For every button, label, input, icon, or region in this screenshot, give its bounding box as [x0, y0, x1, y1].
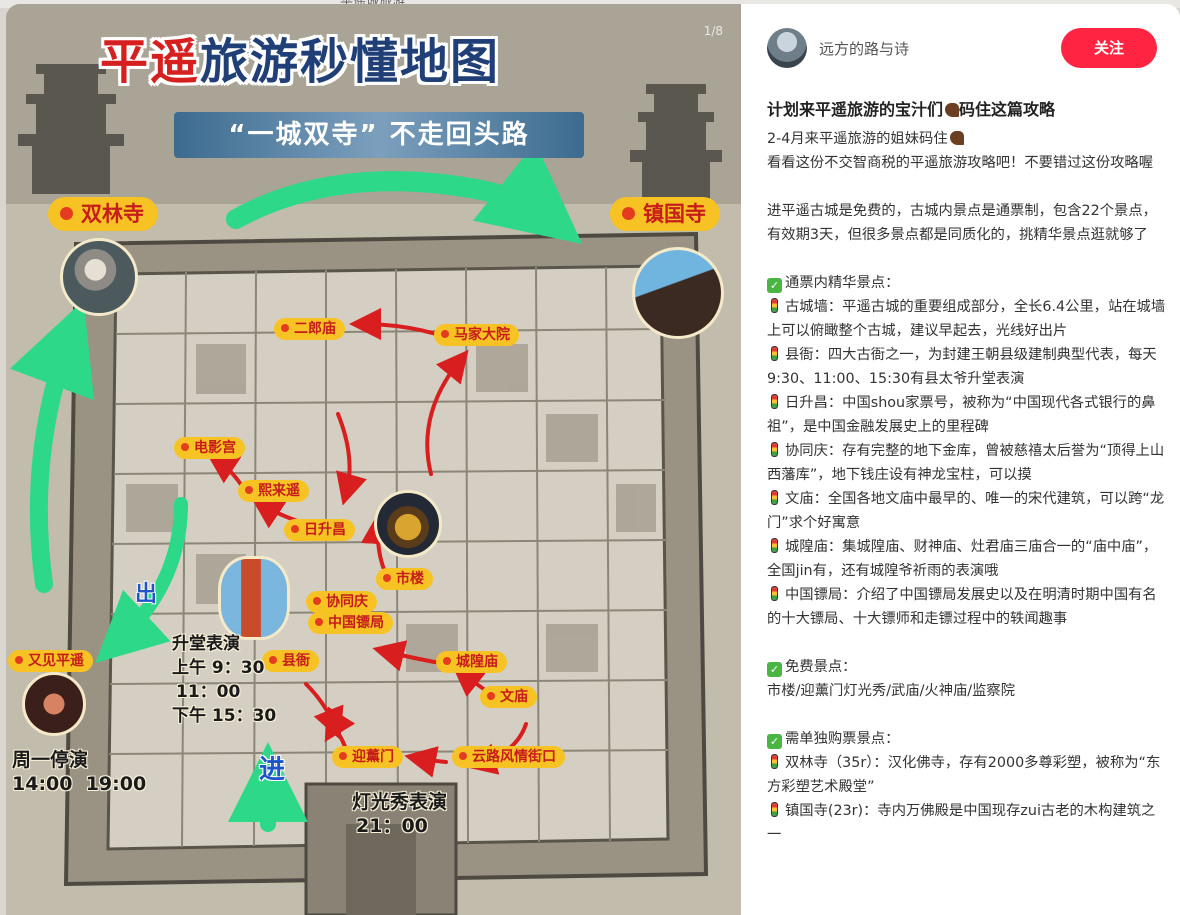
list-item: 城隍庙：集城隍庙、财神庙、灶君庙三庙合一的“庙中庙”，全国jin有，还有城隍爷祈… — [767, 538, 1158, 579]
spot-majia-courtyard: 马家大院 — [434, 324, 519, 346]
paragraph-blank — [767, 703, 1167, 727]
spot-xilaiyao: 熙来遥 — [238, 480, 309, 502]
paragraph-blank — [767, 631, 1167, 655]
list-item: 协同庆：存有完整的地下金库，曾被慈禧太后誉为“顶得上山西藩库”，地下钱庄设有神龙… — [767, 442, 1165, 483]
paragraph: 看看这份不交智商税的平遥旅游攻略吧！不要错过这份攻略喔 — [767, 155, 1154, 171]
author-name[interactable]: 远方的路与诗 — [819, 38, 909, 59]
spot-yingxun-gate: 迎薰门 — [332, 746, 403, 768]
list-item: 中国镖局：介绍了中国镖局发展史以及在明清时期中国有名的十大镖局、十大镖师和走镖过… — [767, 586, 1157, 627]
paragraph: 进平遥古城是免费的，古城内景点是通票制，包含22个景点，有效期3天，但很多景点都… — [767, 203, 1157, 243]
note-title: 计划来平遥旅游的宝汁们 码住这篇攻略 — [767, 100, 1056, 119]
traffic-light-icon — [771, 298, 778, 313]
spot-rishengchang: 日升昌 — [284, 519, 355, 541]
section-heading: ✓ 需单独购票景点： — [767, 727, 1167, 751]
list-item: 镇国寺(23r)：寺内万佛殿是中国现存zui古老的木构建筑之一 — [767, 802, 1156, 843]
temple-label-zhenguo: 镇国寺 — [610, 197, 720, 231]
traffic-light-icon — [771, 538, 778, 553]
traffic-light-icon — [771, 586, 778, 601]
temple-label-shuanglin: 双林寺 — [48, 197, 158, 231]
follow-button[interactable]: 关注 — [1061, 28, 1157, 68]
traffic-light-icon — [771, 754, 778, 769]
spot-youjian-pingyao: 又见平遥 — [8, 650, 93, 672]
spot-cinema-palace: 电影宫 — [174, 437, 245, 459]
youjian-show-photo — [22, 672, 86, 736]
check-mark-icon: ✓ — [767, 662, 782, 677]
note-detail-card: 1/8 平遥旅游秒懂地图 “一城双寺” 不走回头路 双林寺 镇国寺 二郎庙 马家… — [6, 4, 1180, 915]
spot-xietongqing: 协同庆 — [306, 591, 377, 613]
spot-china-escort-agency: 中国镖局 — [308, 612, 393, 634]
note-side-panel: 远方的路与诗 关注 计划来平遥旅游的宝汁们 码住这篇攻略 2-4月来平遥旅游的姐妹… — [741, 4, 1180, 915]
paragraph: 2-4月来平遥旅游的姐妹码住 — [767, 127, 1167, 151]
spot-shilou: 市楼 — [376, 568, 433, 590]
check-mark-icon: ✓ — [767, 278, 782, 293]
paragraph-blank — [767, 247, 1167, 271]
section-heading: ✓ 免费景点： — [767, 655, 1167, 679]
youjian-show-schedule: 周一停演 14:00 19:00 — [12, 749, 147, 795]
check-mark-icon: ✓ — [767, 734, 782, 749]
list-item: 日升昌：中国shou家票号，被称为“中国现代各式银行的鼻祖”，是中国金融发展史上… — [767, 394, 1156, 435]
traffic-light-icon — [771, 802, 778, 817]
paragraph: 市楼/迎薰门灯光秀/武庙/火神庙/监察院 — [767, 683, 1016, 699]
traffic-light-icon — [771, 490, 778, 505]
avatar[interactable] — [767, 28, 807, 68]
paragraph-blank — [767, 175, 1167, 199]
spot-yunlu-street: 云路风情街口 — [452, 746, 565, 768]
traffic-light-icon — [771, 346, 778, 361]
horse-emoji-icon — [945, 103, 960, 117]
author-info[interactable]: 远方的路与诗 — [767, 28, 909, 68]
shilou-tower-photo — [374, 490, 442, 558]
zhenguo-temple-photo — [632, 247, 724, 339]
enter-label: 进 — [258, 755, 285, 785]
spot-erlang-temple: 二郎庙 — [274, 318, 345, 340]
list-item: 双林寺（35r）：汉化佛寺，存有2000多尊彩塑，被称为“东方彩塑艺术殿堂” — [767, 754, 1161, 795]
court-show-photo — [218, 556, 290, 640]
map-subtitle: “一城双寺” 不走回头路 — [174, 112, 584, 158]
map-image[interactable]: 1/8 平遥旅游秒懂地图 “一城双寺” 不走回头路 双林寺 镇国寺 二郎庙 马家… — [6, 4, 741, 915]
section-heading: ✓ 通票内精华景点： — [767, 271, 1167, 295]
spot-chenghuang-temple: 城隍庙 — [436, 651, 507, 673]
spot-confucius-temple: 文庙 — [480, 686, 537, 708]
light-show-schedule: 灯光秀表演 21：00 — [352, 791, 448, 837]
horse-emoji-icon — [949, 131, 964, 145]
list-item: 古城墙：平遥古城的重要组成部分，全长6.4公里，站在城墙上可以俯瞰整个古城，建议… — [767, 298, 1166, 339]
exit-label: 出 — [134, 582, 157, 607]
map-title: 平遥旅游秒懂地图 — [100, 34, 501, 90]
list-item: 县衙：四大古衙之一，为封建王朝县级建制典型代表，每天9:30、11:00、15:… — [767, 346, 1157, 387]
court-show-schedule: 升堂表演 上午 9：30 11：00 下午 15：30 — [172, 634, 277, 726]
traffic-light-icon — [771, 394, 778, 409]
note-content: 2-4月来平遥旅游的姐妹码住 看看这份不交智商税的平遥旅游攻略吧！不要错过这份攻… — [767, 127, 1167, 847]
shuanglin-temple-photo — [60, 238, 138, 316]
traffic-light-icon — [771, 442, 778, 457]
image-page-indicator: 1/8 — [703, 24, 723, 38]
list-item: 文庙：全国各地文庙中最早的、唯一的宋代建筑，可以跨“龙门”求个好寓意 — [767, 490, 1165, 531]
